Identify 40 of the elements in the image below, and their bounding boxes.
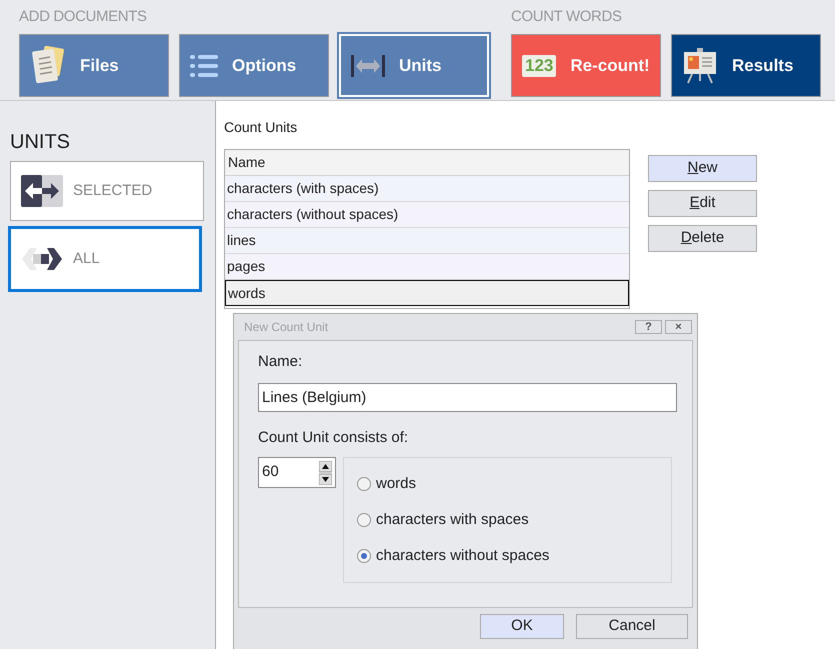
dialog-title: New Count Unit (244, 319, 328, 336)
name-field[interactable]: Lines (Belgium) (258, 383, 677, 412)
dialog-button[interactable]: Cancel (576, 614, 688, 639)
ribbon-button[interactable]: Files (19, 34, 169, 97)
help-button[interactable]: ? (635, 320, 662, 334)
sidebar-title: UNITS (9, 130, 71, 155)
action-button[interactable]: Edit (648, 190, 757, 217)
table-row[interactable]: characters (with spaces) (225, 176, 629, 202)
close-button[interactable]: × (665, 320, 692, 334)
field-label: Count Unit consists of: (258, 428, 410, 447)
radio-option[interactable]: characters with spaces (357, 510, 671, 530)
radio-option[interactable]: characters without spaces (357, 546, 671, 566)
dialog-button[interactable]: OK (480, 614, 564, 639)
table-row[interactable]: words (225, 280, 629, 306)
presentation-board-icon (682, 48, 718, 84)
action-button[interactable]: Delete (648, 225, 757, 252)
field-label: Name: (258, 352, 304, 371)
sidebar-item[interactable]: SELECTED (10, 161, 204, 221)
group-label: COUNT WORDS (511, 7, 623, 27)
table-row[interactable]: pages (225, 254, 629, 280)
table-row[interactable]: characters (without spaces) (225, 202, 629, 228)
table-row[interactable]: lines (225, 228, 629, 254)
width-arrows-icon (351, 54, 385, 76)
ribbon-button[interactable]: Results (671, 34, 821, 97)
group-label: ADD DOCUMENTS (19, 7, 148, 27)
document-icon (30, 46, 66, 86)
radio-button[interactable] (357, 513, 371, 527)
panel-title: Count Units (224, 118, 298, 137)
ribbon-button[interactable]: Options (179, 34, 329, 97)
list-icon (190, 54, 218, 78)
radio-button[interactable] (357, 549, 371, 563)
sidebar-item[interactable]: ALL (8, 226, 202, 292)
radio-button[interactable] (357, 477, 371, 491)
ribbon-button[interactable]: Units (339, 34, 489, 97)
column-header[interactable]: Name (225, 152, 266, 173)
number-spinner[interactable]: 60 (258, 457, 336, 488)
action-button[interactable]: New (648, 155, 757, 182)
number-badge: 123 (522, 54, 556, 76)
radio-option[interactable]: words (357, 474, 671, 494)
spin-arrows-icon (319, 460, 332, 484)
